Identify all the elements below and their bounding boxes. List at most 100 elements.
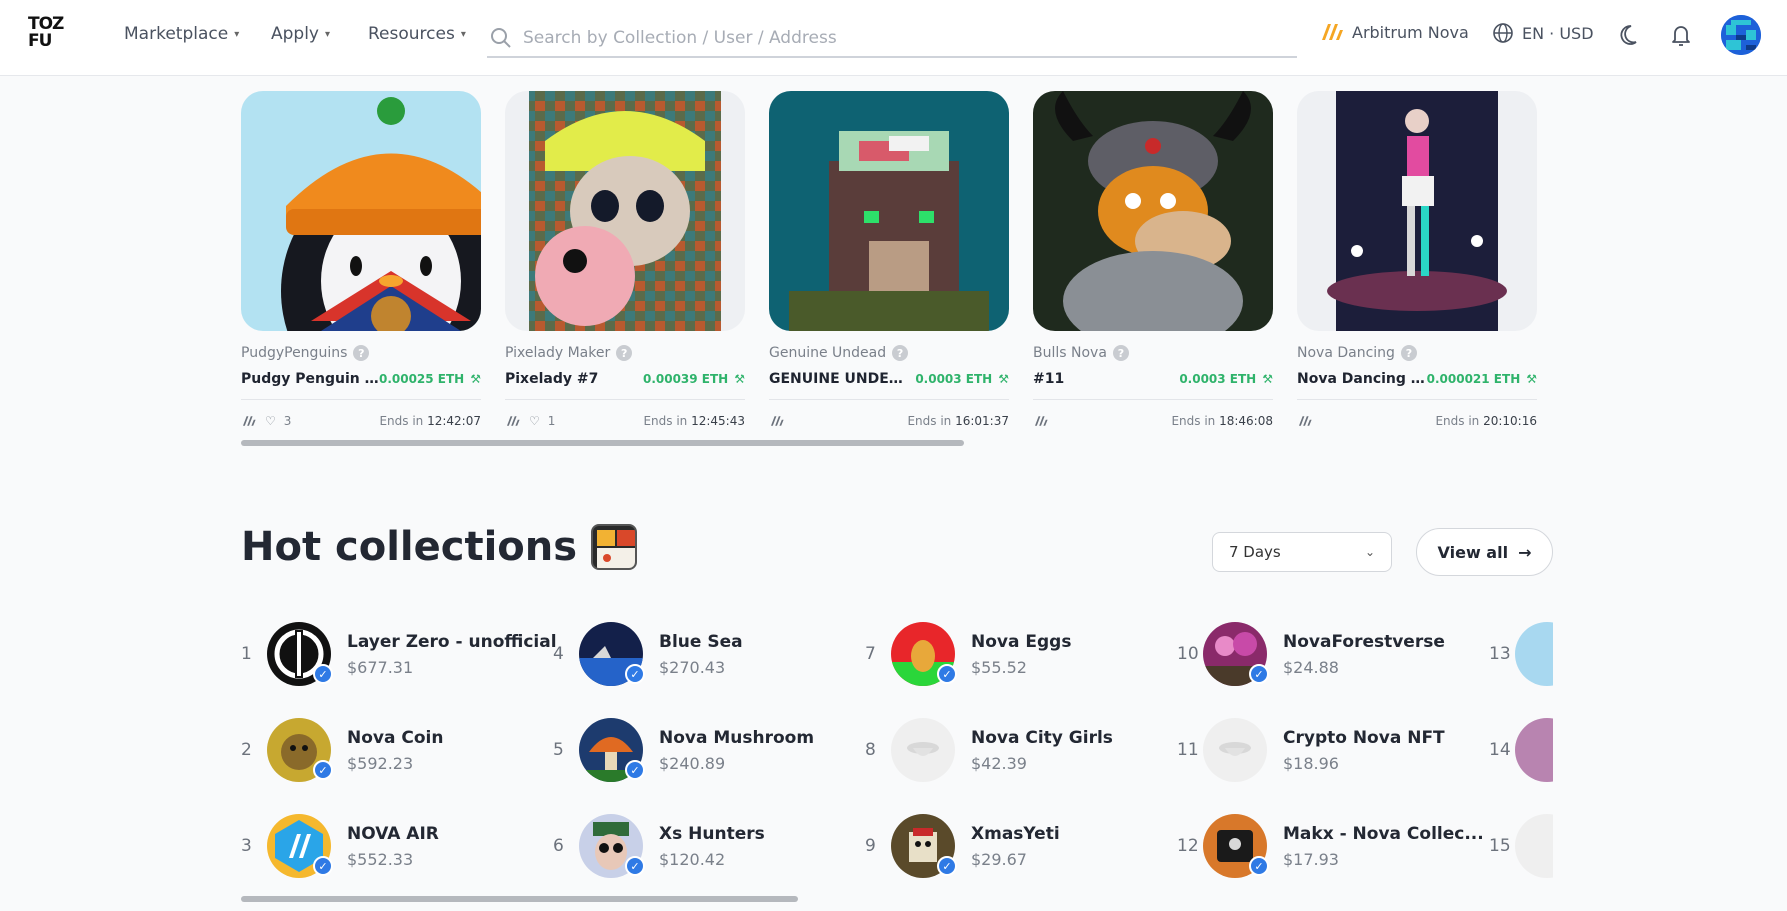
user-avatar[interactable] [1721, 15, 1761, 55]
nav-resources-label: Resources [368, 24, 455, 44]
like-heart-icon[interactable]: ♡ [529, 414, 540, 428]
collection-row[interactable]: 4 ✓ Blue Sea $270.43 [553, 622, 743, 686]
nft-price: 0.000021 ETH ⚒ [1427, 372, 1537, 386]
dark-mode-moon-icon[interactable] [1619, 22, 1645, 48]
chevron-down-icon: ▾ [234, 28, 240, 40]
help-icon[interactable]: ? [353, 345, 370, 361]
collection-name: Xs Hunters [659, 823, 765, 844]
card-collection[interactable]: Genuine Undead ? [769, 345, 1009, 361]
collection-row[interactable]: 10 ✓ NovaForestverse $24.88 [1177, 622, 1445, 686]
auction-card[interactable]: Bulls Nova ? #11 0.0003 ETH ⚒ Ends in 18:… [1033, 91, 1273, 428]
auction-card[interactable]: Nova Dancing ? Nova Dancing #546 0.00002… [1297, 91, 1537, 428]
collection-rank: 13 [1489, 644, 1511, 664]
nav-resources[interactable]: Resources ▾ [368, 24, 466, 44]
collection-rank: 14 [1489, 740, 1511, 760]
auction-countdown: Ends in 18:46:08 [1171, 414, 1273, 428]
locale-selector[interactable]: EN · USD [1492, 22, 1594, 44]
auction-card[interactable]: Genuine Undead ? GENUINE UNDEAD ... 0.00… [769, 91, 1009, 428]
search-icon [491, 28, 511, 48]
card-collection[interactable]: PudgyPenguins ? [241, 345, 481, 361]
auction-countdown: Ends in 20:10:16 [1435, 414, 1537, 428]
help-icon[interactable]: ? [1400, 345, 1417, 361]
collection-row[interactable]: 8 Nova City Girls $42.39 [865, 718, 1113, 782]
collection-rank: 1 [241, 644, 252, 664]
card-collection[interactable]: Nova Dancing ? [1297, 345, 1537, 361]
help-icon[interactable]: ? [616, 345, 633, 361]
collection-name: XmasYeti [971, 823, 1060, 844]
collection-row[interactable]: 15 [1489, 814, 1553, 878]
chain-selector[interactable]: Arbitrum Nova [1320, 22, 1469, 42]
collection-row[interactable]: 2 ✓ Nova Coin $592.23 [241, 718, 443, 782]
collection-row[interactable]: 3 ✓ NOVA AIR $552.33 [241, 814, 439, 878]
view-all-button[interactable]: View all → [1416, 528, 1553, 576]
verified-check-icon: ✓ [625, 856, 645, 876]
site-logo[interactable]: TOZ FU [28, 16, 70, 56]
help-icon[interactable]: ? [1112, 345, 1129, 361]
carousel-scrollbar[interactable] [241, 440, 964, 446]
period-dropdown[interactable]: 7 Days ⌄ [1212, 532, 1392, 572]
collection-rank: 9 [865, 836, 876, 856]
section-title: Hot collections [241, 524, 578, 570]
collection-name: Makx - Nova Collec... [1283, 823, 1484, 844]
ends-label: Ends in [1435, 414, 1480, 428]
price-value: 0.00025 ETH [378, 372, 465, 386]
auction-hammer-icon: ⚒ [998, 372, 1009, 386]
collection-row[interactable]: 13 [1489, 622, 1553, 686]
collection-row[interactable]: 14 [1489, 718, 1553, 782]
collection-row[interactable]: 6 ✓ Xs Hunters $120.42 [553, 814, 765, 878]
collection-avatar [1515, 814, 1553, 878]
period-value: 7 Days [1229, 543, 1281, 561]
help-icon[interactable]: ? [892, 345, 909, 361]
nft-name: GENUINE UNDEAD ... [769, 371, 909, 387]
card-collection[interactable]: Pixelady Maker ? [505, 345, 745, 361]
arbitrum-nova-icon [1299, 416, 1312, 426]
collection-row[interactable]: 11 Crypto Nova NFT $18.96 [1177, 718, 1445, 782]
collection-name: Pixelady Maker [505, 345, 611, 361]
verified-check-icon: ✓ [313, 664, 333, 684]
auction-hammer-icon: ⚒ [470, 372, 481, 386]
like-count: 1 [547, 414, 556, 428]
arbitrum-nova-icon [1035, 416, 1048, 426]
nav-marketplace[interactable]: Marketplace ▾ [124, 24, 239, 44]
collection-volume: $120.42 [659, 849, 726, 869]
notification-bell-icon[interactable] [1668, 22, 1694, 48]
collection-name: NovaForestverse [1283, 631, 1445, 652]
verified-check-icon: ✓ [625, 760, 645, 780]
hot-collections-scrollbar[interactable] [241, 896, 798, 902]
search-input[interactable] [523, 28, 1223, 48]
verified-check-icon: ✓ [313, 856, 333, 876]
collection-avatar [1515, 622, 1553, 686]
collection-volume: $240.89 [659, 753, 726, 773]
collection-rank: 5 [553, 740, 564, 760]
verified-check-icon: ✓ [1249, 856, 1269, 876]
price-value: 0.0003 ETH [1179, 372, 1257, 386]
collection-row[interactable]: 1 ✓ Layer Zero - unofficial $677.31 [241, 622, 557, 686]
collection-avatar: ✓ [267, 718, 333, 782]
auction-card[interactable]: PudgyPenguins ? Pudgy Penguin #51 0.0002… [241, 91, 481, 428]
collection-name: Nova City Girls [971, 727, 1113, 748]
collection-row[interactable]: 7 ✓ Nova Eggs $55.52 [865, 622, 1071, 686]
collection-row[interactable]: 12 ✓ Makx - Nova Collec... $17.93 [1177, 814, 1484, 878]
auction-countdown: Ends in 16:01:37 [907, 414, 1009, 428]
card-collection[interactable]: Bulls Nova ? [1033, 345, 1273, 361]
nft-price: 0.0003 ETH ⚒ [1179, 372, 1273, 386]
auction-card[interactable]: Pixelady Maker ? Pixelady #7 0.00039 ETH… [505, 91, 745, 428]
search-bar [487, 20, 1297, 58]
nav-apply[interactable]: Apply ▾ [271, 24, 330, 44]
collection-name: Crypto Nova NFT [1283, 727, 1445, 748]
collection-row[interactable]: 9 ✓ XmasYeti $29.67 [865, 814, 1060, 878]
collection-avatar [1515, 718, 1553, 782]
collection-avatar [1203, 718, 1267, 782]
like-heart-icon[interactable]: ♡ [265, 414, 276, 428]
arbitrum-nova-icon [1322, 24, 1343, 40]
avatar-pixel-image [1721, 15, 1761, 55]
arbitrum-nova-icon [507, 416, 520, 426]
hot-collections-list: 1 ✓ Layer Zero - unofficial $677.31 2 ✓ N… [241, 622, 1553, 892]
collection-row[interactable]: 5 ✓ Nova Mushroom $240.89 [553, 718, 814, 782]
collection-rank: 8 [865, 740, 876, 760]
nft-name: Nova Dancing #546 [1297, 371, 1427, 387]
collection-avatar: ✓ [267, 622, 333, 686]
verified-check-icon: ✓ [1249, 664, 1269, 684]
collection-volume: $42.39 [971, 753, 1027, 773]
collection-avatar: ✓ [891, 814, 957, 878]
